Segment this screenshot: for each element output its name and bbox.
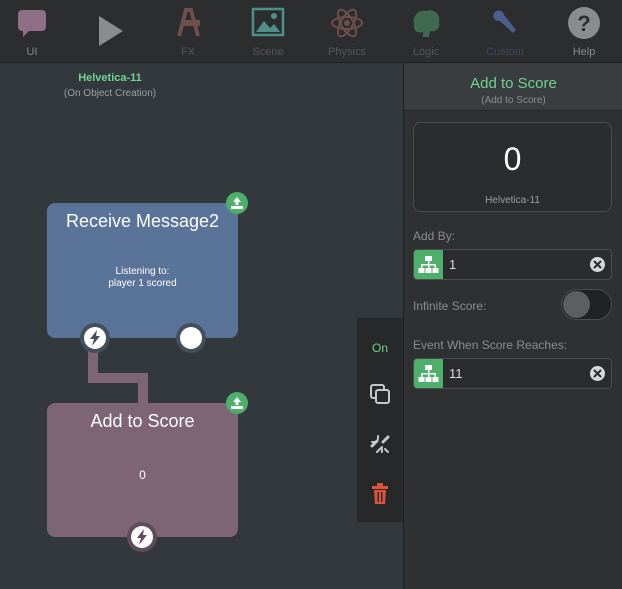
- event-score-value: 11: [449, 366, 463, 381]
- lightning-icon: [90, 330, 100, 346]
- event-score-label: Event When Score Reaches:: [413, 338, 568, 352]
- score-node-value: 0: [139, 468, 146, 482]
- object-name: Helvetica-11: [78, 72, 142, 84]
- add-by-field[interactable]: 1: [413, 249, 612, 280]
- toolbar-help-label: Help: [572, 46, 596, 58]
- brain-icon: [413, 10, 440, 37]
- receive-message-node[interactable]: Receive Message2 Listening to: player 1 …: [47, 203, 238, 338]
- toolbar-custom-label: Custom: [486, 46, 524, 58]
- hierarchy-icon[interactable]: [414, 359, 443, 388]
- toolbar-scene-label: Scene: [252, 46, 284, 58]
- clear-icon: [593, 369, 602, 378]
- hierarchy-icon[interactable]: [414, 250, 443, 279]
- wrench-icon: [493, 10, 516, 33]
- object-trigger: (On Object Creation): [63, 88, 157, 99]
- upload-icon: [231, 397, 243, 409]
- event-score-field[interactable]: 11: [413, 358, 612, 389]
- toolbar-logic-button[interactable]: Logic: [386, 0, 466, 63]
- delete-button[interactable]: [357, 472, 403, 516]
- play-icon: [99, 16, 123, 46]
- unlink-button[interactable]: [357, 422, 403, 466]
- infinite-score-toggle[interactable]: [561, 289, 612, 320]
- toolbar-ui-label: UI: [26, 46, 38, 58]
- copy-icon: [370, 384, 390, 404]
- add-by-value: 1: [449, 257, 457, 272]
- clear-event-score-button[interactable]: [590, 366, 605, 381]
- atom-icon: [331, 8, 363, 38]
- receive-node-export-button[interactable]: [226, 192, 248, 214]
- toolbar-ui-button[interactable]: UI: [0, 0, 72, 63]
- toolbar-play-button[interactable]: [70, 0, 150, 63]
- toolbar-custom-button[interactable]: Custom: [465, 0, 545, 63]
- score-node-title: Add to Score: [90, 411, 195, 431]
- panel-title: Add to Score: [470, 75, 557, 92]
- score-node-trigger-port[interactable]: [127, 522, 157, 552]
- score-preview-object: Helvetica-11: [485, 195, 540, 206]
- score-preview-value: 0: [503, 141, 522, 177]
- receive-node-line2: player 1 scored: [108, 278, 177, 289]
- properties-panel: Add to Score (Add to Score) 0 Helvetica-…: [403, 63, 622, 589]
- lightning-icon: [137, 529, 147, 545]
- panel-subtitle: (Add to Score): [481, 95, 546, 106]
- toolbar-physics-button[interactable]: Physics: [307, 0, 387, 63]
- on-label: On: [371, 341, 388, 355]
- toolbar-fx-button[interactable]: FX: [148, 0, 228, 63]
- broken-link-icon: [370, 435, 390, 453]
- toolbar-logic-label: Logic: [412, 46, 440, 58]
- node-connector: [138, 373, 148, 405]
- score-preview[interactable]: 0 Helvetica-11: [413, 122, 612, 212]
- toolbar-fx-label: FX: [180, 46, 196, 58]
- speech-bubble-icon: [18, 10, 46, 37]
- fx-icon: [177, 8, 200, 37]
- receive-node-output-port[interactable]: [176, 323, 206, 353]
- svg-text:?: ?: [577, 11, 590, 36]
- toolbar-help-button[interactable]: ? Help: [544, 0, 622, 63]
- add-to-score-node[interactable]: Add to Score 0: [47, 403, 238, 537]
- toolbar-physics-label: Physics: [328, 46, 366, 58]
- node-action-menu: On: [357, 318, 403, 522]
- top-toolbar: UI FX Scene Physics Logic Custom ? Help: [0, 0, 622, 63]
- toggle-on-button[interactable]: On: [357, 322, 403, 366]
- duplicate-button[interactable]: [357, 372, 403, 416]
- clear-add-by-button[interactable]: [590, 257, 605, 272]
- clear-icon: [593, 260, 602, 269]
- panel-header: Add to Score (Add to Score): [404, 63, 622, 111]
- toolbar-scene-button[interactable]: Scene: [228, 0, 308, 63]
- receive-node-title: Receive Message2: [65, 211, 220, 231]
- add-by-label: Add By:: [413, 229, 456, 243]
- infinite-score-label: Infinite Score:: [413, 299, 487, 313]
- upload-icon: [231, 197, 243, 209]
- score-node-export-button[interactable]: [226, 392, 248, 414]
- trash-icon: [372, 483, 388, 504]
- receive-node-trigger-port[interactable]: [80, 323, 110, 353]
- scene-image-icon: [251, 7, 285, 37]
- help-icon: ?: [568, 7, 600, 39]
